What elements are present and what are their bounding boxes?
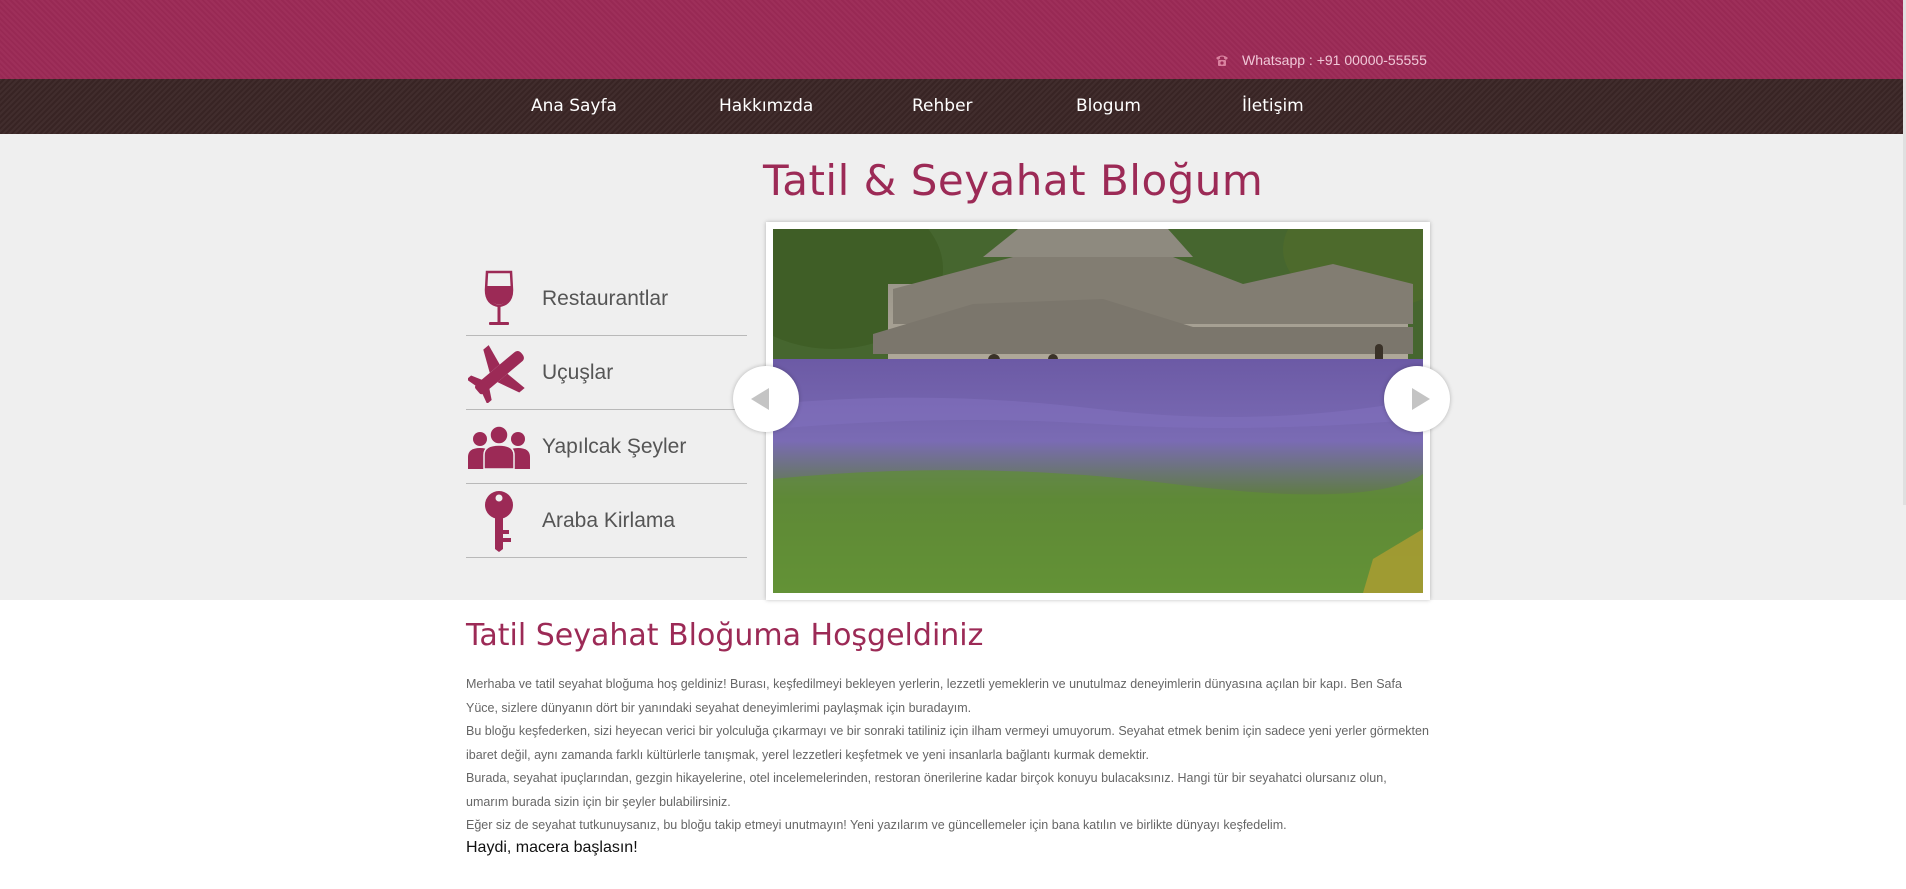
category-label: Restaurantlar: [542, 286, 669, 310]
page-title: Tatil & Seyahat Bloğum: [763, 156, 1264, 205]
category-list: Restaurantlar Uçuşlar Yapılcak Şeyler Ar…: [466, 262, 747, 558]
image-slider[interactable]: [733, 222, 1450, 600]
welcome-paragraph: Merhaba ve tatil seyahat bloğuma hoş gel…: [466, 677, 1402, 715]
key-icon: [466, 488, 532, 554]
slider-prev-button[interactable]: [733, 366, 799, 432]
welcome-text: Merhaba ve tatil seyahat bloğuma hoş gel…: [466, 673, 1432, 857]
whatsapp-text: Whatsapp : +91 00000-55555: [1242, 52, 1427, 68]
welcome-paragraph: Bu bloğu keşfederken, sizi heyecan veric…: [466, 724, 1429, 762]
nav-item-hakkimizda[interactable]: Hakkımzda: [719, 96, 813, 116]
hero-section: Tatil & Seyahat Bloğum Restaurantlar Uçu…: [0, 134, 1906, 600]
category-item-ucuslar[interactable]: Uçuşlar: [466, 336, 747, 410]
nav-item-iletisim[interactable]: İletişim: [1242, 96, 1304, 116]
category-label: Araba Kirlama: [542, 508, 676, 532]
whatsapp-contact[interactable]: Whatsapp : +91 00000-55555: [1214, 52, 1427, 68]
welcome-paragraph: Burada, seyahat ipuçlarından, gezgin hik…: [466, 771, 1387, 809]
category-label: Uçuşlar: [542, 360, 614, 384]
chevron-right-icon: [1412, 388, 1430, 410]
category-item-restaurantlar[interactable]: Restaurantlar: [466, 262, 747, 336]
chevron-left-icon: [751, 388, 769, 410]
welcome-paragraph: Eğer siz de seyahat tutkunuysanız, bu bl…: [466, 818, 1287, 832]
slider-next-button[interactable]: [1384, 366, 1450, 432]
welcome-closing: Haydi, macera başlasın!: [466, 838, 638, 856]
nav-item-blogum[interactable]: Blogum: [1076, 96, 1141, 116]
people-icon: [466, 414, 532, 480]
lavender-field-abbey-photo: [773, 229, 1423, 593]
phone-icon: [1216, 55, 1228, 66]
category-item-yapilcak-seyler[interactable]: Yapılcak Şeyler: [466, 410, 747, 484]
top-bar: Whatsapp : +91 00000-55555: [0, 0, 1906, 79]
nav-item-rehber[interactable]: Rehber: [912, 96, 973, 116]
welcome-title: Tatil Seyahat Bloğuma Hoşgeldiniz: [466, 618, 984, 653]
category-item-araba-kirlama[interactable]: Araba Kirlama: [466, 484, 747, 558]
main-nav: Ana Sayfa Hakkımzda Rehber Blogum İletiş…: [0, 79, 1906, 134]
nav-item-ana-sayfa[interactable]: Ana Sayfa: [531, 96, 617, 116]
category-label: Yapılcak Şeyler: [542, 434, 687, 458]
wine-glass-icon: [466, 266, 532, 332]
airplane-icon: [466, 340, 532, 406]
